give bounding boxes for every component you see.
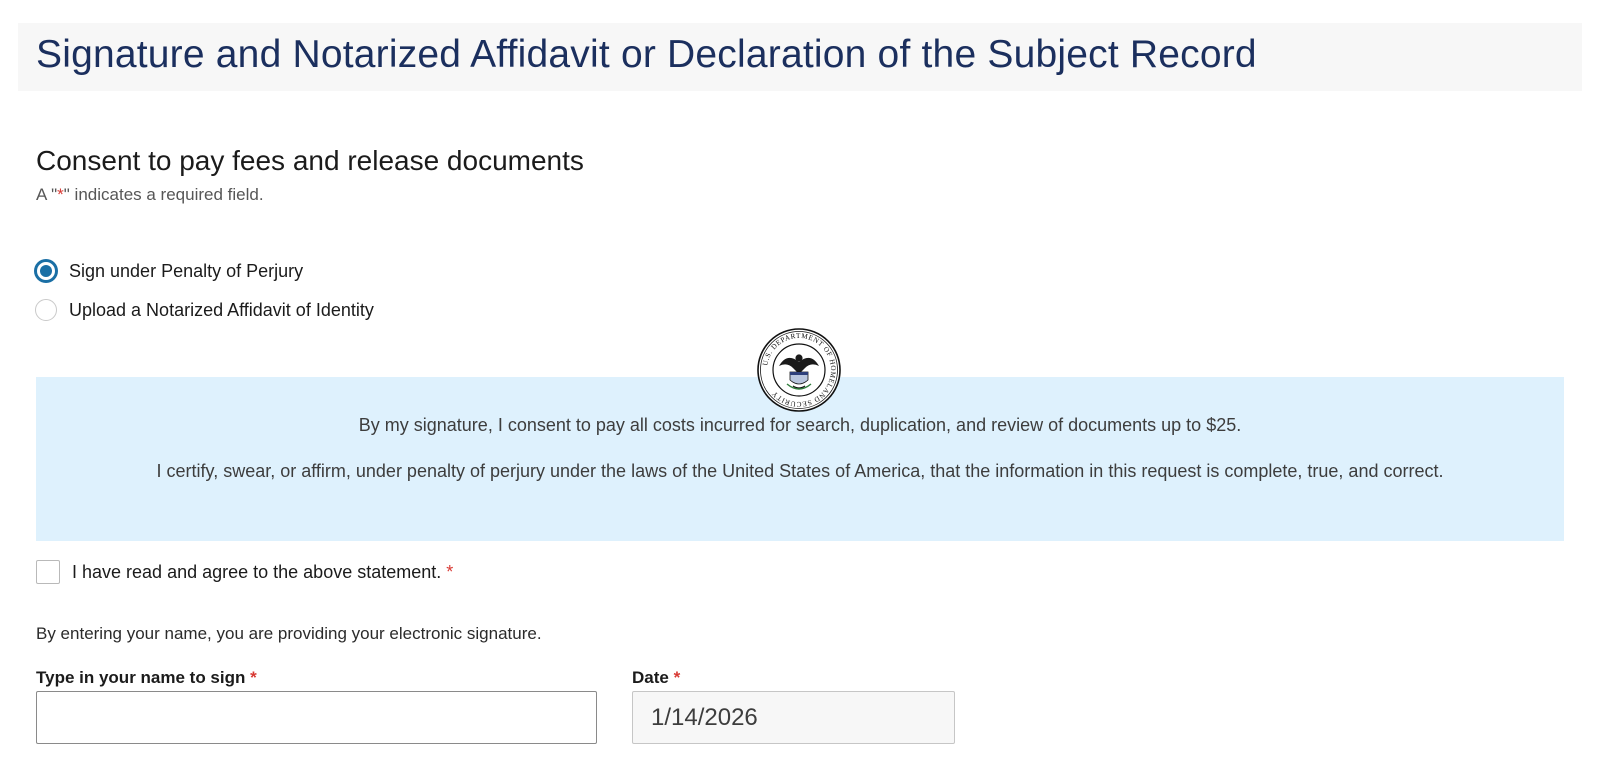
- section-title: Consent to pay fees and release document…: [36, 145, 584, 176]
- agree-statement-checkbox-row[interactable]: I have read and agree to the above state…: [36, 560, 453, 584]
- radio-label-upload-affidavit: Upload a Notarized Affidavit of Identity: [69, 299, 374, 320]
- date-required-star: *: [673, 668, 681, 687]
- radio-label-sign-under-penalty: Sign under Penalty of Perjury: [69, 260, 304, 281]
- consent-statement-perjury: I certify, swear, or affirm, under penal…: [156, 461, 1444, 481]
- consent-statement-fees: By my signature, I consent to pay all co…: [358, 415, 1242, 435]
- required-note-star: *: [57, 185, 64, 204]
- name-field-label-text: Type in your name to sign: [36, 668, 246, 687]
- signature-name-input[interactable]: [36, 691, 597, 744]
- radio-button-unselected[interactable]: [35, 299, 57, 321]
- form-page: Signature and Notarized Affidavit or Dec…: [0, 0, 1600, 779]
- agree-statement-checkbox[interactable]: [36, 560, 60, 584]
- agree-statement-text: I have read and agree to the above state…: [72, 561, 442, 582]
- radio-button-selected[interactable]: [35, 260, 57, 282]
- name-required-star: *: [250, 668, 257, 687]
- date-field-label: Date *: [632, 668, 680, 688]
- required-note-suffix: " indicates a required field.: [63, 185, 264, 204]
- agree-statement-label: I have read and agree to the above state…: [72, 562, 453, 583]
- dhs-seal-icon: U.S. DEPARTMENT OF HOMELAND SECURITY: [757, 328, 841, 412]
- page-header: Signature and Notarized Affidavit or Dec…: [18, 23, 1582, 91]
- signature-method-radio-group: Sign under Penalty of Perjury Upload a N…: [35, 259, 374, 337]
- radio-upload-affidavit[interactable]: Upload a Notarized Affidavit of Identity: [35, 298, 374, 322]
- date-input[interactable]: [632, 691, 955, 744]
- required-note-prefix: A ": [36, 185, 58, 204]
- agree-required-star: *: [446, 561, 454, 582]
- radio-sign-under-penalty[interactable]: Sign under Penalty of Perjury: [35, 259, 374, 283]
- electronic-signature-note: By entering your name, you are providing…: [36, 624, 542, 643]
- name-field-label: Type in your name to sign *: [36, 668, 257, 688]
- required-field-note: A "*" indicates a required field.: [36, 185, 264, 205]
- page-title: Signature and Notarized Affidavit or Dec…: [36, 33, 1257, 76]
- date-field-label-text: Date: [632, 668, 669, 687]
